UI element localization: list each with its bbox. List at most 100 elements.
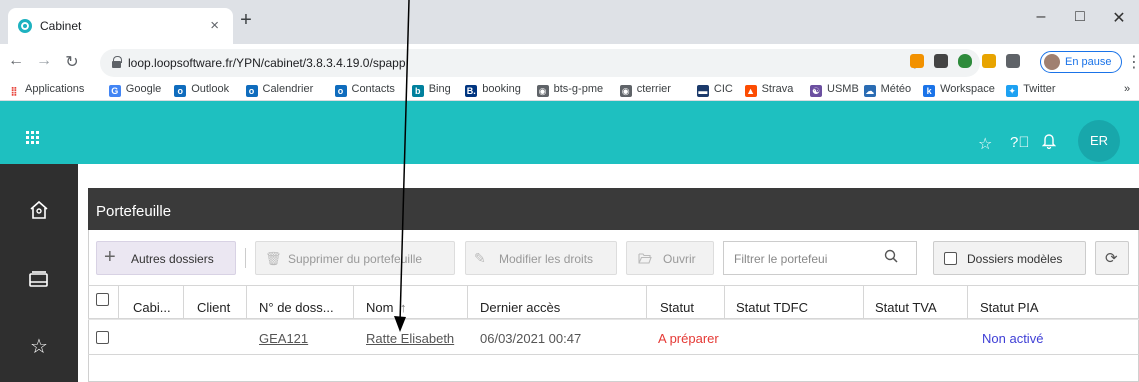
- bookmark-usmb[interactable]: ☯ USMB: [810, 83, 859, 97]
- bookmark-label: Météo: [880, 83, 912, 95]
- filter-placeholder: Filtrer le portefeui: [734, 252, 828, 266]
- column-header-dernier-acces[interactable]: Dernier accès: [480, 300, 560, 315]
- col-sep: [724, 286, 725, 318]
- column-header-client[interactable]: Client: [197, 300, 230, 315]
- extensions-icon[interactable]: [1006, 54, 1020, 68]
- dossiers-modeles-button[interactable]: Dossiers modèles: [933, 241, 1086, 275]
- star-icon[interactable]: ☆: [0, 334, 78, 359]
- bookmark-label: Twitter: [1023, 83, 1056, 95]
- profile-button[interactable]: En pause: [1040, 51, 1122, 73]
- table-header-border-2: [88, 319, 1139, 320]
- help-icon[interactable]: ?⃝: [1010, 134, 1030, 151]
- new-tab-icon[interactable]: +: [232, 9, 260, 32]
- row-checkbox[interactable]: [96, 331, 109, 344]
- shield-extension-icon[interactable]: [958, 54, 972, 68]
- column-header-cabinet[interactable]: Cabi...: [133, 300, 171, 315]
- col-sep: [967, 286, 968, 318]
- row-numero-link[interactable]: GEA121: [259, 331, 308, 346]
- tab-close-icon[interactable]: ×: [210, 17, 219, 34]
- toolbar-divider: [245, 248, 246, 268]
- bookmark-booking[interactable]: B. booking: [465, 83, 521, 97]
- bookmark-label: Google: [125, 83, 162, 95]
- column-header-statut-tva[interactable]: Statut TVA: [875, 300, 937, 315]
- modifier-label: Modifier les droits: [499, 252, 594, 266]
- folders-icon[interactable]: [29, 270, 49, 288]
- select-all-checkbox[interactable]: [96, 293, 109, 306]
- bookmark-bts-g-pme[interactable]: ◉ bts-g-pme: [536, 83, 604, 97]
- address-bar[interactable]: loop.loopsoftware.fr/YPN/cabinet/3.8.3.4…: [100, 49, 980, 77]
- bookmark-label: USMB: [827, 83, 859, 95]
- bookmark-label: Contacts: [351, 83, 395, 95]
- bookmark-applications[interactable]: ⣿ Applications: [8, 83, 84, 97]
- search-icon[interactable]: [884, 249, 898, 263]
- bookmark-label: cterrier: [636, 83, 671, 95]
- bookmark-workspace[interactable]: k Workspace: [923, 83, 995, 97]
- maximize-icon[interactable]: □: [1060, 8, 1100, 26]
- bookmark-label: Outlook: [191, 83, 230, 95]
- globe-icon: ◉: [619, 85, 632, 97]
- row-statut: A préparer: [658, 331, 719, 346]
- col-sep: [863, 286, 864, 318]
- home-icon[interactable]: [29, 200, 49, 220]
- col-sep: [646, 286, 647, 318]
- user-avatar[interactable]: ER: [1078, 120, 1120, 162]
- folder-open-icon: [638, 253, 652, 264]
- bookmark-twitter[interactable]: ✦ Twitter: [1006, 83, 1056, 97]
- supprimer-button[interactable]: 🗑 Supprimer du portefeuille: [255, 241, 455, 275]
- profile-avatar: [1044, 54, 1060, 70]
- app-header: [0, 101, 1139, 164]
- notification-bell-icon[interactable]: [1042, 133, 1056, 149]
- minimize-icon[interactable]: –: [1021, 8, 1061, 26]
- autres-dossiers-label: Autres dossiers: [131, 252, 214, 266]
- autres-dossiers-button[interactable]: + Autres dossiers: [96, 241, 236, 275]
- bookmark-google[interactable]: G Google: [108, 83, 162, 97]
- bookmarks-more-icon[interactable]: »: [1124, 83, 1130, 95]
- browser-tab[interactable]: Cabinet ×: [8, 8, 233, 44]
- cabinet-favicon-icon: [18, 19, 32, 33]
- bookmark-strava[interactable]: ▲ Strava: [744, 83, 794, 97]
- column-header-statut-tdfc[interactable]: Statut TDFC: [736, 300, 808, 315]
- filter-input[interactable]: Filtrer le portefeui: [723, 241, 917, 275]
- bookmark-m-t-o[interactable]: ☁ Météo: [863, 83, 912, 97]
- strava-icon: ▲: [744, 85, 757, 97]
- modifier-droits-button[interactable]: ✎ Modifier les droits: [465, 241, 617, 275]
- bookmark-label: Workspace: [940, 83, 995, 95]
- browser-tab-strip: Cabinet × + – □ ✕: [0, 0, 1139, 44]
- browser-menu-icon[interactable]: ⋮: [1126, 52, 1139, 72]
- column-header-statut[interactable]: Statut: [660, 300, 694, 315]
- google-icon: G: [108, 85, 121, 97]
- bookmark-label: Strava: [761, 83, 794, 95]
- bookmark-label: bts-g-pme: [553, 83, 604, 95]
- puzzle-extension-icon[interactable]: [934, 54, 948, 68]
- back-icon[interactable]: ←: [4, 52, 28, 70]
- window-close-icon[interactable]: ✕: [1099, 8, 1139, 28]
- app-menu-grid-icon[interactable]: [26, 131, 40, 145]
- tab-title: Cabinet: [40, 19, 82, 33]
- ouvrir-button[interactable]: Ouvrir: [626, 241, 714, 275]
- bookmark-label: Calendrier: [262, 83, 314, 95]
- bookmark-cterrier[interactable]: ◉ cterrier: [619, 83, 671, 97]
- bookmarks-bar: ⣿ Applications G Google o Outlook o Calendrier o…: [0, 80, 1139, 101]
- table-row-border: [88, 354, 1139, 355]
- trash-icon: 🗑: [265, 251, 282, 266]
- booking-icon: B.: [465, 85, 478, 97]
- bookmark-calendrier[interactable]: o Calendrier: [245, 83, 314, 97]
- column-header-statut-pia[interactable]: Statut PIA: [980, 300, 1039, 315]
- bookmark-label: CIC: [713, 83, 733, 95]
- profile-label: En pause: [1065, 56, 1112, 68]
- col-sep: [118, 286, 119, 318]
- bookmark-contacts[interactable]: o Contacts: [334, 83, 395, 97]
- bookmark-outlook[interactable]: o Outlook: [174, 83, 229, 97]
- reload-icon[interactable]: ↻: [60, 52, 84, 72]
- favorites-star-icon[interactable]: ☆: [978, 134, 992, 154]
- forward-icon[interactable]: →: [32, 52, 56, 70]
- plus-icon: +: [104, 246, 116, 268]
- column-header-numero[interactable]: N° de doss...: [259, 300, 334, 315]
- rss-extension-icon[interactable]: [910, 54, 924, 68]
- badge-extension-icon[interactable]: [982, 54, 996, 68]
- browser-toolbar: ← → ↻ loop.loopsoftware.fr/YPN/cabinet/3…: [0, 44, 1139, 80]
- dossiers-modeles-checkbox[interactable]: [944, 252, 957, 265]
- usmb-icon: ☯: [810, 85, 822, 97]
- bookmark-cic[interactable]: ▬ CIC: [696, 83, 733, 97]
- refresh-button[interactable]: ⟳: [1095, 241, 1129, 275]
